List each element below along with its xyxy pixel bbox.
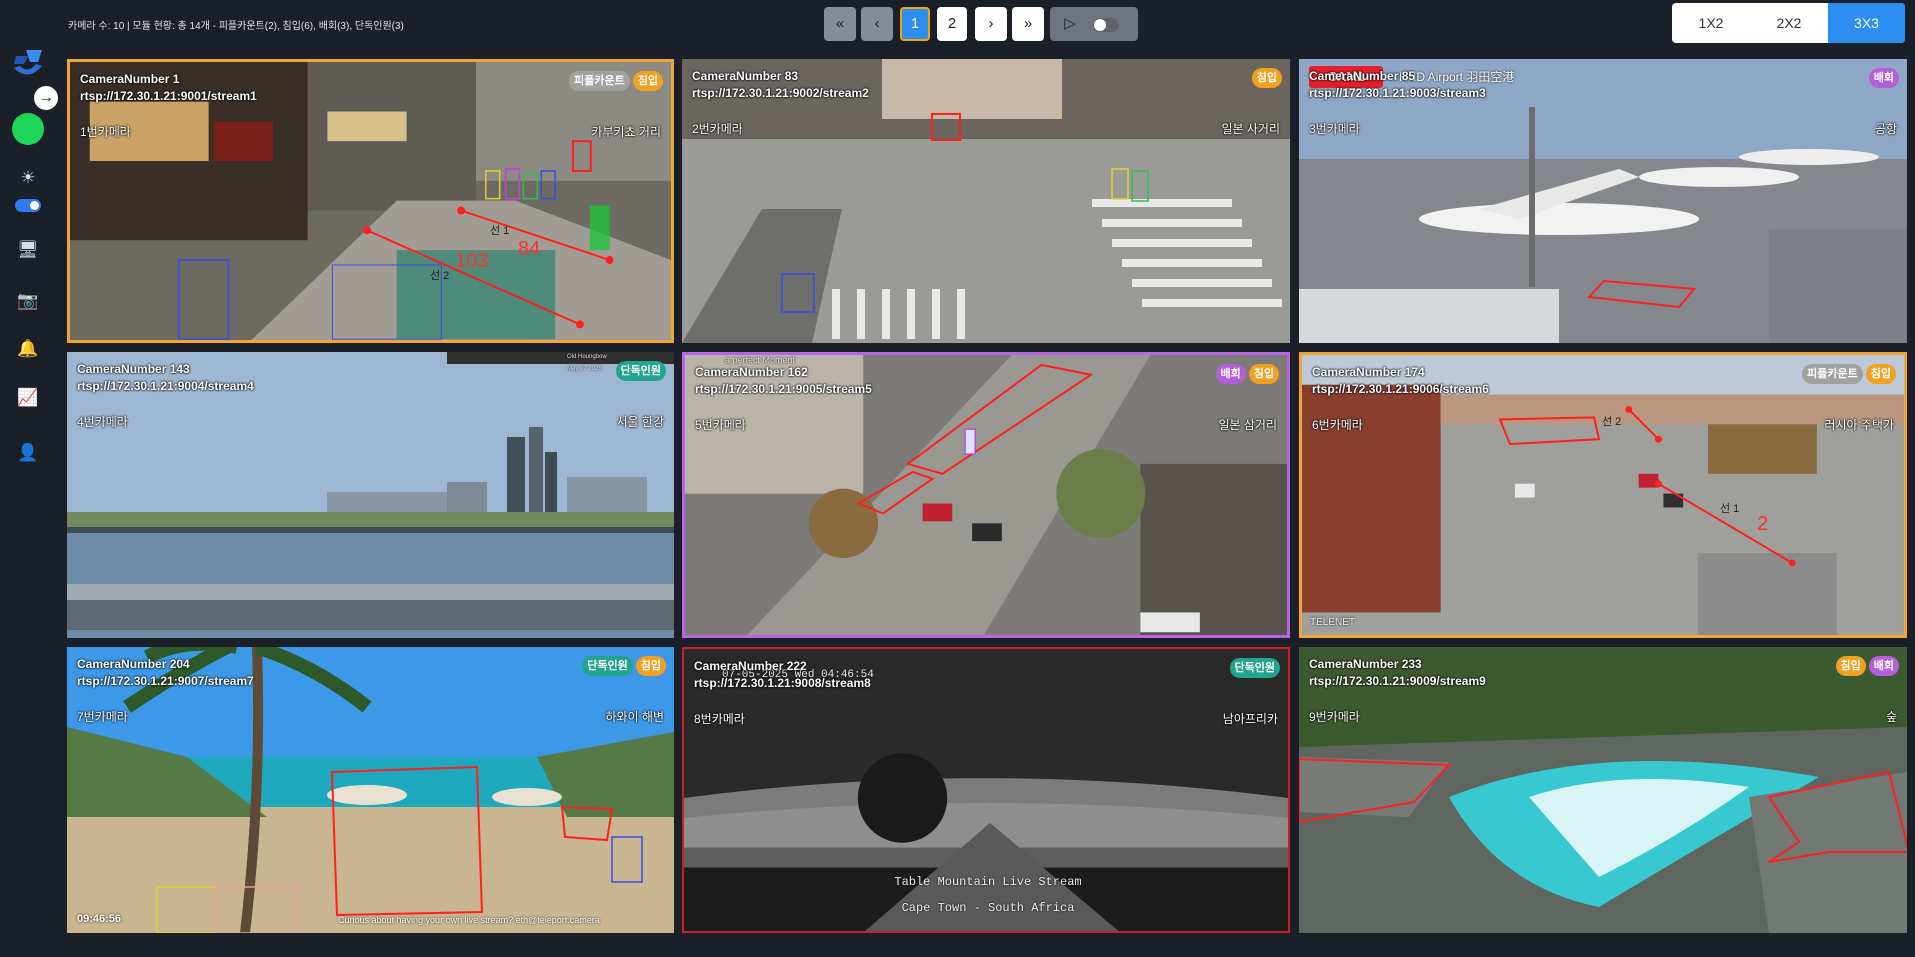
next-page-button[interactable]: › [975, 7, 1007, 41]
camera-location: 하와이 해변 [605, 710, 664, 724]
camera-name: 5번카메라 [695, 418, 746, 432]
camera-name: 7번카메라 [77, 710, 128, 724]
user-icon[interactable]: 👤 [16, 441, 40, 465]
camera-title: CameraNumber 143 [77, 362, 190, 376]
line-count: 103 [455, 250, 489, 272]
camera-url: rtsp://172.30.1.21:9003/stream3 [1309, 86, 1486, 100]
page-1-button[interactable]: 1 [900, 7, 930, 41]
camera-name: 4번카메라 [77, 415, 128, 429]
badge-loitering: 배회 [1215, 364, 1246, 384]
badge-loitering: 배회 [1868, 656, 1899, 676]
camera-url: rtsp://172.30.1.21:9005/stream5 [695, 382, 872, 396]
camera-tile-9[interactable]: CameraNumber 233 rtsp://172.30.1.21:9009/… [1299, 647, 1907, 933]
camera-name: 2번카메라 [692, 122, 743, 136]
sun-icon[interactable]: ☀ [16, 166, 40, 190]
autoplay-toggle[interactable] [1093, 18, 1119, 32]
camera-tile-3[interactable]: CAM1 HND Airport 羽田空港 CameraNumber 85 rts… [1299, 59, 1907, 343]
camera-location: 공항 [1874, 122, 1897, 136]
chart-icon[interactable]: 📈 [16, 386, 40, 410]
overlay-timestamp: 09:46:56 [77, 913, 122, 925]
camera-location: 일본 사거리 [1221, 122, 1280, 136]
line-label: 선 2 [1602, 416, 1622, 428]
first-page-button[interactable]: « [824, 7, 856, 41]
overlay-stream-title: Table Mountain Live Stream [894, 875, 1082, 889]
badge-intrusion: 침입 [1251, 68, 1282, 88]
camera-tile-5[interactable]: a perfect Moment CameraNumber 162 rtsp://… [682, 352, 1290, 638]
last-page-button[interactable]: » [1012, 7, 1044, 41]
camera-name: 3번카메라 [1309, 122, 1360, 136]
overlay-promo: Curious about having your own live strea… [338, 915, 600, 925]
camera-tile-8[interactable]: 07-05-2025 Wed 04:46:54 Table Mountain L… [682, 647, 1290, 933]
camera-location: 일본 삼거리 [1218, 418, 1277, 432]
overlay-watermark: TELENET [1310, 617, 1356, 628]
play-icon[interactable]: ▷ [1058, 7, 1082, 41]
layout-1x2-button[interactable]: 1X2 [1672, 3, 1750, 43]
camera-name: 9번카메라 [1309, 710, 1360, 724]
overlay-source-label: Old Houngbow [567, 354, 607, 360]
overlay-date: May 07 2025 [567, 366, 602, 372]
camera-location: 서울 한강 [616, 415, 665, 429]
camera-tile-7[interactable]: 09:46:56 Curious about having your own l… [67, 647, 674, 933]
camera-url: rtsp://172.30.1.21:9001/stream1 [80, 89, 257, 103]
camera-url: rtsp://172.30.1.21:9007/stream7 [77, 674, 254, 688]
overlay-stream-location: Cape Town - South Africa [901, 901, 1075, 915]
camera-tile-4[interactable]: Old Houngbow May 07 2025 CameraNumber 14… [67, 352, 674, 638]
badge-intrusion: 침입 [1248, 364, 1279, 384]
camera-location: 남아프리카 [1222, 712, 1278, 726]
badge-intrusion: 침입 [635, 656, 666, 676]
badge-single-person: 단독인원 [615, 361, 666, 381]
badge-intrusion: 침입 [1865, 364, 1896, 384]
badge-intrusion: 침입 [1835, 656, 1866, 676]
camera-url: rtsp://172.30.1.21:9002/stream2 [692, 86, 869, 100]
camera-url: rtsp://172.30.1.21:9009/stream9 [1309, 674, 1486, 688]
camera-tile-2[interactable]: CameraNumber 83 rtsp://172.30.1.21:9002/s… [682, 59, 1290, 343]
line-count: 84 [518, 238, 541, 260]
camera-title: CameraNumber 204 [77, 657, 190, 671]
camera-title: CameraNumber 85 [1309, 69, 1416, 83]
badge-single-person: 단독인원 [582, 656, 633, 676]
badge-intrusion: 침입 [632, 71, 663, 91]
badge-people-count: 피플카운트 [1802, 364, 1863, 384]
layout-3x3-button[interactable]: 3X3 [1828, 3, 1905, 43]
module-summary: 카메라 수: 10 | 모듈 현황: 총 14개 - 피플카운트(2), 침입(… [68, 21, 404, 32]
camera-title: CameraNumber 1 [80, 72, 180, 86]
camera-name: 1번카메라 [80, 125, 131, 139]
camera-tile-1[interactable]: CameraNumber 1 rtsp://172.30.1.21:9001/st… [67, 59, 674, 343]
camera-location: 카부키쵸 거리 [591, 125, 661, 139]
page-2-button[interactable]: 2 [937, 7, 967, 41]
camera-url: rtsp://172.30.1.21:9006/stream6 [1312, 382, 1489, 396]
camera-title: CameraNumber 174 [1312, 365, 1425, 379]
camera-name: 6번카메라 [1312, 418, 1363, 432]
bell-icon[interactable]: 🔔 [16, 337, 40, 361]
camera-title: CameraNumber 222 [694, 659, 807, 673]
camera-icon[interactable]: 📷 [16, 289, 40, 313]
line-label: 선 1 [1720, 503, 1740, 515]
theme-toggle[interactable] [15, 199, 41, 212]
line-label: 선 2 [430, 270, 450, 282]
camera-location: 러시아 주택가 [1824, 418, 1894, 432]
layout-selector: 1X2 2X2 3X3 [1672, 3, 1905, 43]
layout-2x2-button[interactable]: 2X2 [1750, 3, 1828, 43]
camera-title: CameraNumber 233 [1309, 657, 1422, 671]
badge-loitering: 배회 [1868, 68, 1899, 88]
camera-url: rtsp://172.30.1.21:9008/stream8 [694, 676, 871, 690]
camera-tile-6[interactable]: 선 1 선 2 2 TELENET CameraNumber 174 rtsp:/… [1299, 352, 1907, 638]
camera-title: CameraNumber 83 [692, 69, 799, 83]
app-logo [14, 50, 42, 75]
badge-people-count: 피플카운트 [569, 71, 630, 91]
prev-page-button[interactable]: ‹ [861, 7, 893, 41]
camera-name: 8번카메라 [694, 712, 745, 726]
sidebar-expand-button[interactable]: → [34, 86, 58, 110]
camera-url: rtsp://172.30.1.21:9004/stream4 [77, 379, 254, 393]
camera-title: CameraNumber 162 [695, 365, 808, 379]
line-label: 선 1 [490, 225, 510, 237]
badge-single-person: 단독인원 [1229, 658, 1280, 678]
connection-status-indicator [12, 113, 44, 145]
monitor-icon[interactable]: 🖥 [16, 238, 40, 262]
line-count: 2 [1757, 513, 1769, 535]
sidebar: → ☀ 🖥 📷 🔔 📈 👤 [0, 0, 58, 957]
camera-location: 숲 [1885, 710, 1897, 724]
